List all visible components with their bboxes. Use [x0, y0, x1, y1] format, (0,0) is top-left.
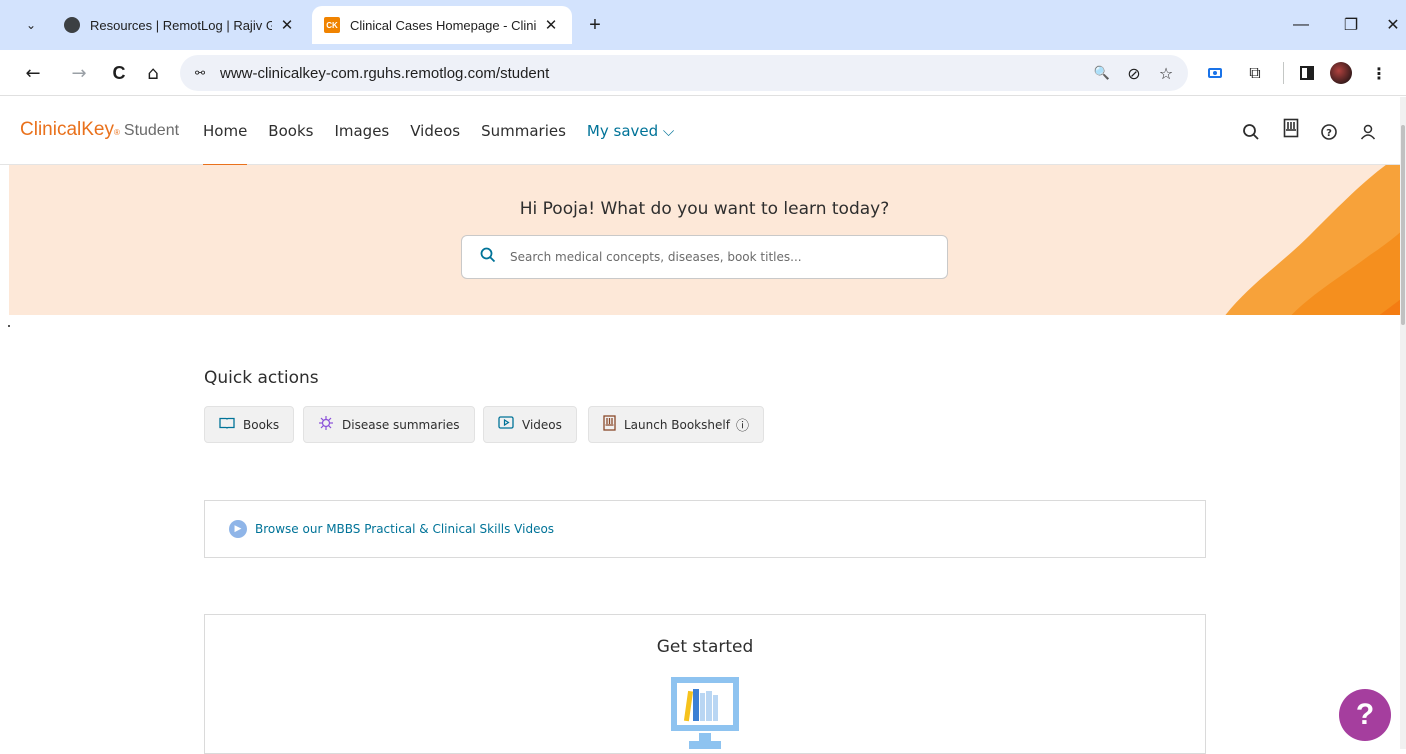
- svg-text:?: ?: [1326, 128, 1332, 139]
- hero-greeting: Hi Pooja! What do you want to learn toda…: [519, 199, 890, 219]
- virus-icon: [318, 415, 334, 435]
- nav-videos[interactable]: Videos: [410, 97, 460, 165]
- search-icon: [480, 247, 496, 268]
- reload-button[interactable]: C: [104, 58, 134, 88]
- tab-title: Clinical Cases Homepage - Clini: [350, 17, 536, 33]
- bookshelf-icon: [603, 414, 616, 435]
- stray-dot: [8, 325, 10, 327]
- help-chat-button[interactable]: ?: [1339, 689, 1391, 741]
- quick-action-label: Launch Bookshelf: [624, 417, 730, 432]
- browse-videos-banner[interactable]: ▶ Browse our MBBS Practical & Clinical S…: [204, 500, 1206, 558]
- zoom-icon[interactable]: 🔍: [1086, 66, 1118, 81]
- url-text[interactable]: www-clinicalkey-com.rguhs.remotlog.com/s…: [220, 65, 1086, 82]
- quick-actions-title: Quick actions: [204, 368, 319, 388]
- site-header: ClinicalKey ® Student Home Books Images Vi…: [0, 97, 1400, 166]
- bookshelf-icon[interactable]: [1278, 115, 1304, 141]
- page-scrollbar[interactable]: [1400, 97, 1406, 749]
- minimize-button[interactable]: —: [1278, 10, 1324, 40]
- bookmark-star-icon[interactable]: ☆: [1150, 64, 1182, 83]
- book-icon: [219, 417, 235, 433]
- browser-tab-resources[interactable]: Resources | RemotLog | Rajiv Ga ✕: [52, 6, 308, 44]
- tab-close-icon[interactable]: ✕: [542, 16, 560, 34]
- clinicalkey-favicon: CK: [324, 17, 340, 33]
- hero-search-input[interactable]: Search medical concepts, diseases, book …: [461, 235, 948, 279]
- nav-summaries[interactable]: Summaries: [481, 97, 566, 165]
- window-close-button[interactable]: ✕: [1370, 10, 1406, 40]
- tab-search-dropdown[interactable]: ⌄: [14, 10, 48, 40]
- clinicalkey-logo[interactable]: ClinicalKey ® Student: [20, 119, 179, 141]
- extensions-icon[interactable]: ⧉: [1240, 58, 1270, 88]
- omnibox[interactable]: ⚯ www-clinicalkey-com.rguhs.remotlog.com…: [180, 55, 1188, 91]
- nav-my-saved-dropdown[interactable]: My saved ⌵: [587, 97, 674, 165]
- tab-title: Resources | RemotLog | Rajiv Ga: [90, 17, 272, 33]
- get-started-card: Get started: [204, 614, 1206, 754]
- home-button[interactable]: ⌂: [138, 58, 168, 88]
- help-icon[interactable]: ?: [1316, 119, 1342, 145]
- info-icon[interactable]: ⓘ: [736, 415, 749, 434]
- quick-action-label: Books: [243, 417, 280, 432]
- quick-action-label: Disease summaries: [342, 417, 460, 432]
- toolbar-divider: [1283, 62, 1284, 84]
- browse-videos-link[interactable]: Browse our MBBS Practical & Clinical Ski…: [255, 522, 554, 536]
- screen-record-extension-icon[interactable]: [1200, 58, 1230, 88]
- browser-menu-icon[interactable]: ⋮: [1364, 58, 1394, 88]
- globe-icon: [64, 17, 80, 33]
- back-button[interactable]: ←: [18, 58, 48, 88]
- hero-banner: Hi Pooja! What do you want to learn toda…: [9, 165, 1400, 315]
- tab-close-icon[interactable]: ✕: [278, 16, 296, 34]
- play-icon: ▶: [229, 520, 247, 538]
- decorative-wave: [1225, 165, 1400, 315]
- quick-action-label: Videos: [522, 417, 562, 432]
- nav-books[interactable]: Books: [268, 97, 313, 165]
- search-placeholder: Search medical concepts, diseases, book …: [510, 250, 802, 264]
- quick-action-launch-bookshelf[interactable]: Launch Bookshelf ⓘ: [588, 406, 764, 443]
- quick-action-books[interactable]: Books: [204, 406, 295, 443]
- browser-tab-clinical-cases[interactable]: CK Clinical Cases Homepage - Clini ✕: [312, 6, 572, 44]
- restore-button[interactable]: ❐: [1328, 10, 1374, 40]
- eye-off-icon[interactable]: ⊘: [1118, 64, 1150, 83]
- site-info-icon[interactable]: ⚯: [180, 66, 220, 80]
- scrollbar-thumb[interactable]: [1401, 125, 1405, 325]
- main-nav: Home Books Images Videos Summaries My sa…: [203, 97, 695, 166]
- nav-images[interactable]: Images: [334, 97, 389, 165]
- nav-home[interactable]: Home: [203, 97, 248, 166]
- get-started-title: Get started: [656, 637, 754, 657]
- video-icon: [498, 416, 514, 433]
- account-icon[interactable]: [1355, 119, 1381, 145]
- profile-avatar[interactable]: [1326, 58, 1356, 88]
- monitor-books-illustration: [671, 677, 739, 749]
- forward-button[interactable]: →: [64, 58, 94, 88]
- search-icon[interactable]: [1238, 119, 1264, 145]
- new-tab-button[interactable]: +: [582, 12, 608, 38]
- browser-address-bar: ← → C ⌂ ⚯ www-clinicalkey-com.rguhs.remo…: [0, 50, 1406, 96]
- side-panel-icon[interactable]: [1292, 58, 1322, 88]
- quick-action-disease-summaries[interactable]: Disease summaries: [303, 406, 475, 443]
- quick-action-videos[interactable]: Videos: [483, 406, 577, 443]
- browser-tab-bar: ⌄ Resources | RemotLog | Rajiv Ga ✕ CK C…: [0, 0, 1406, 50]
